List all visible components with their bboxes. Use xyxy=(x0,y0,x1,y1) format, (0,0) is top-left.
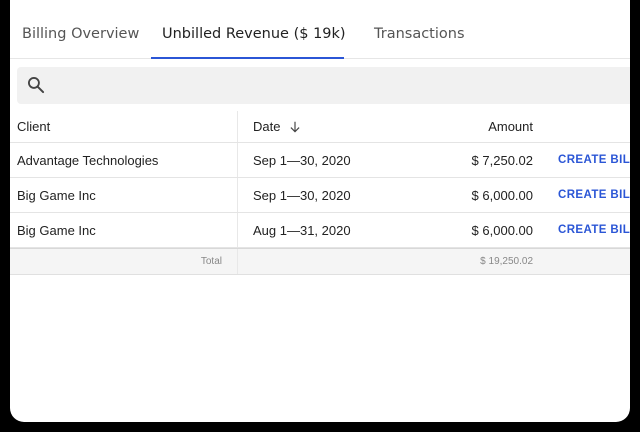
tab-unbilled-revenue[interactable]: Unbilled Revenue ($ 19k) xyxy=(162,0,346,59)
unbilled-revenue-table: Client Date Amount Advantage Technologie… xyxy=(10,111,630,275)
column-divider xyxy=(237,143,238,177)
search-bar xyxy=(17,67,630,104)
amount-cell: $ 6,000.00 xyxy=(471,187,533,203)
column-divider xyxy=(237,111,238,142)
table-row: Big Game Inc Aug 1—31, 2020 $ 6,000.00 C… xyxy=(10,213,630,248)
client-cell: Advantage Technologies xyxy=(17,152,159,168)
tab-transactions[interactable]: Transactions xyxy=(374,0,465,59)
tab-bar: Billing Overview Unbilled Revenue ($ 19k… xyxy=(10,0,630,59)
column-header-amount[interactable]: Amount xyxy=(488,111,533,142)
table-row: Advantage Technologies Sep 1—30, 2020 $ … xyxy=(10,143,630,178)
search-icon[interactable] xyxy=(26,75,46,95)
date-cell: Aug 1—31, 2020 xyxy=(253,222,351,238)
column-header-client[interactable]: Client xyxy=(17,111,237,142)
search-input[interactable] xyxy=(57,67,617,104)
create-bill-button[interactable]: CREATE BILL xyxy=(558,213,630,247)
active-tab-indicator xyxy=(151,57,344,59)
table-row: Big Game Inc Sep 1—30, 2020 $ 6,000.00 C… xyxy=(10,178,630,213)
date-cell: Sep 1—30, 2020 xyxy=(253,152,351,168)
column-divider xyxy=(237,213,238,247)
column-divider xyxy=(237,178,238,212)
create-bill-button[interactable]: CREATE BILL xyxy=(558,178,630,212)
amount-cell: $ 7,250.02 xyxy=(471,152,533,168)
column-divider xyxy=(237,249,238,274)
column-header-date[interactable]: Date xyxy=(253,111,453,142)
tab-billing-overview[interactable]: Billing Overview xyxy=(22,0,139,59)
app-window: Billing Overview Unbilled Revenue ($ 19k… xyxy=(10,0,630,422)
table-total-row: Total $ 19,250.02 xyxy=(10,248,630,275)
amount-cell: $ 6,000.00 xyxy=(471,222,533,238)
create-bill-button[interactable]: CREATE BILL xyxy=(558,143,630,177)
date-cell: Sep 1—30, 2020 xyxy=(253,187,351,203)
client-cell: Big Game Inc xyxy=(17,187,96,203)
arrow-down-icon[interactable] xyxy=(288,120,302,134)
table-header-row: Client Date Amount xyxy=(10,111,630,143)
column-header-date-label: Date xyxy=(253,119,281,134)
total-label: Total xyxy=(200,256,222,267)
client-cell: Big Game Inc xyxy=(17,222,96,238)
total-amount: $ 19,250.02 xyxy=(480,256,533,267)
